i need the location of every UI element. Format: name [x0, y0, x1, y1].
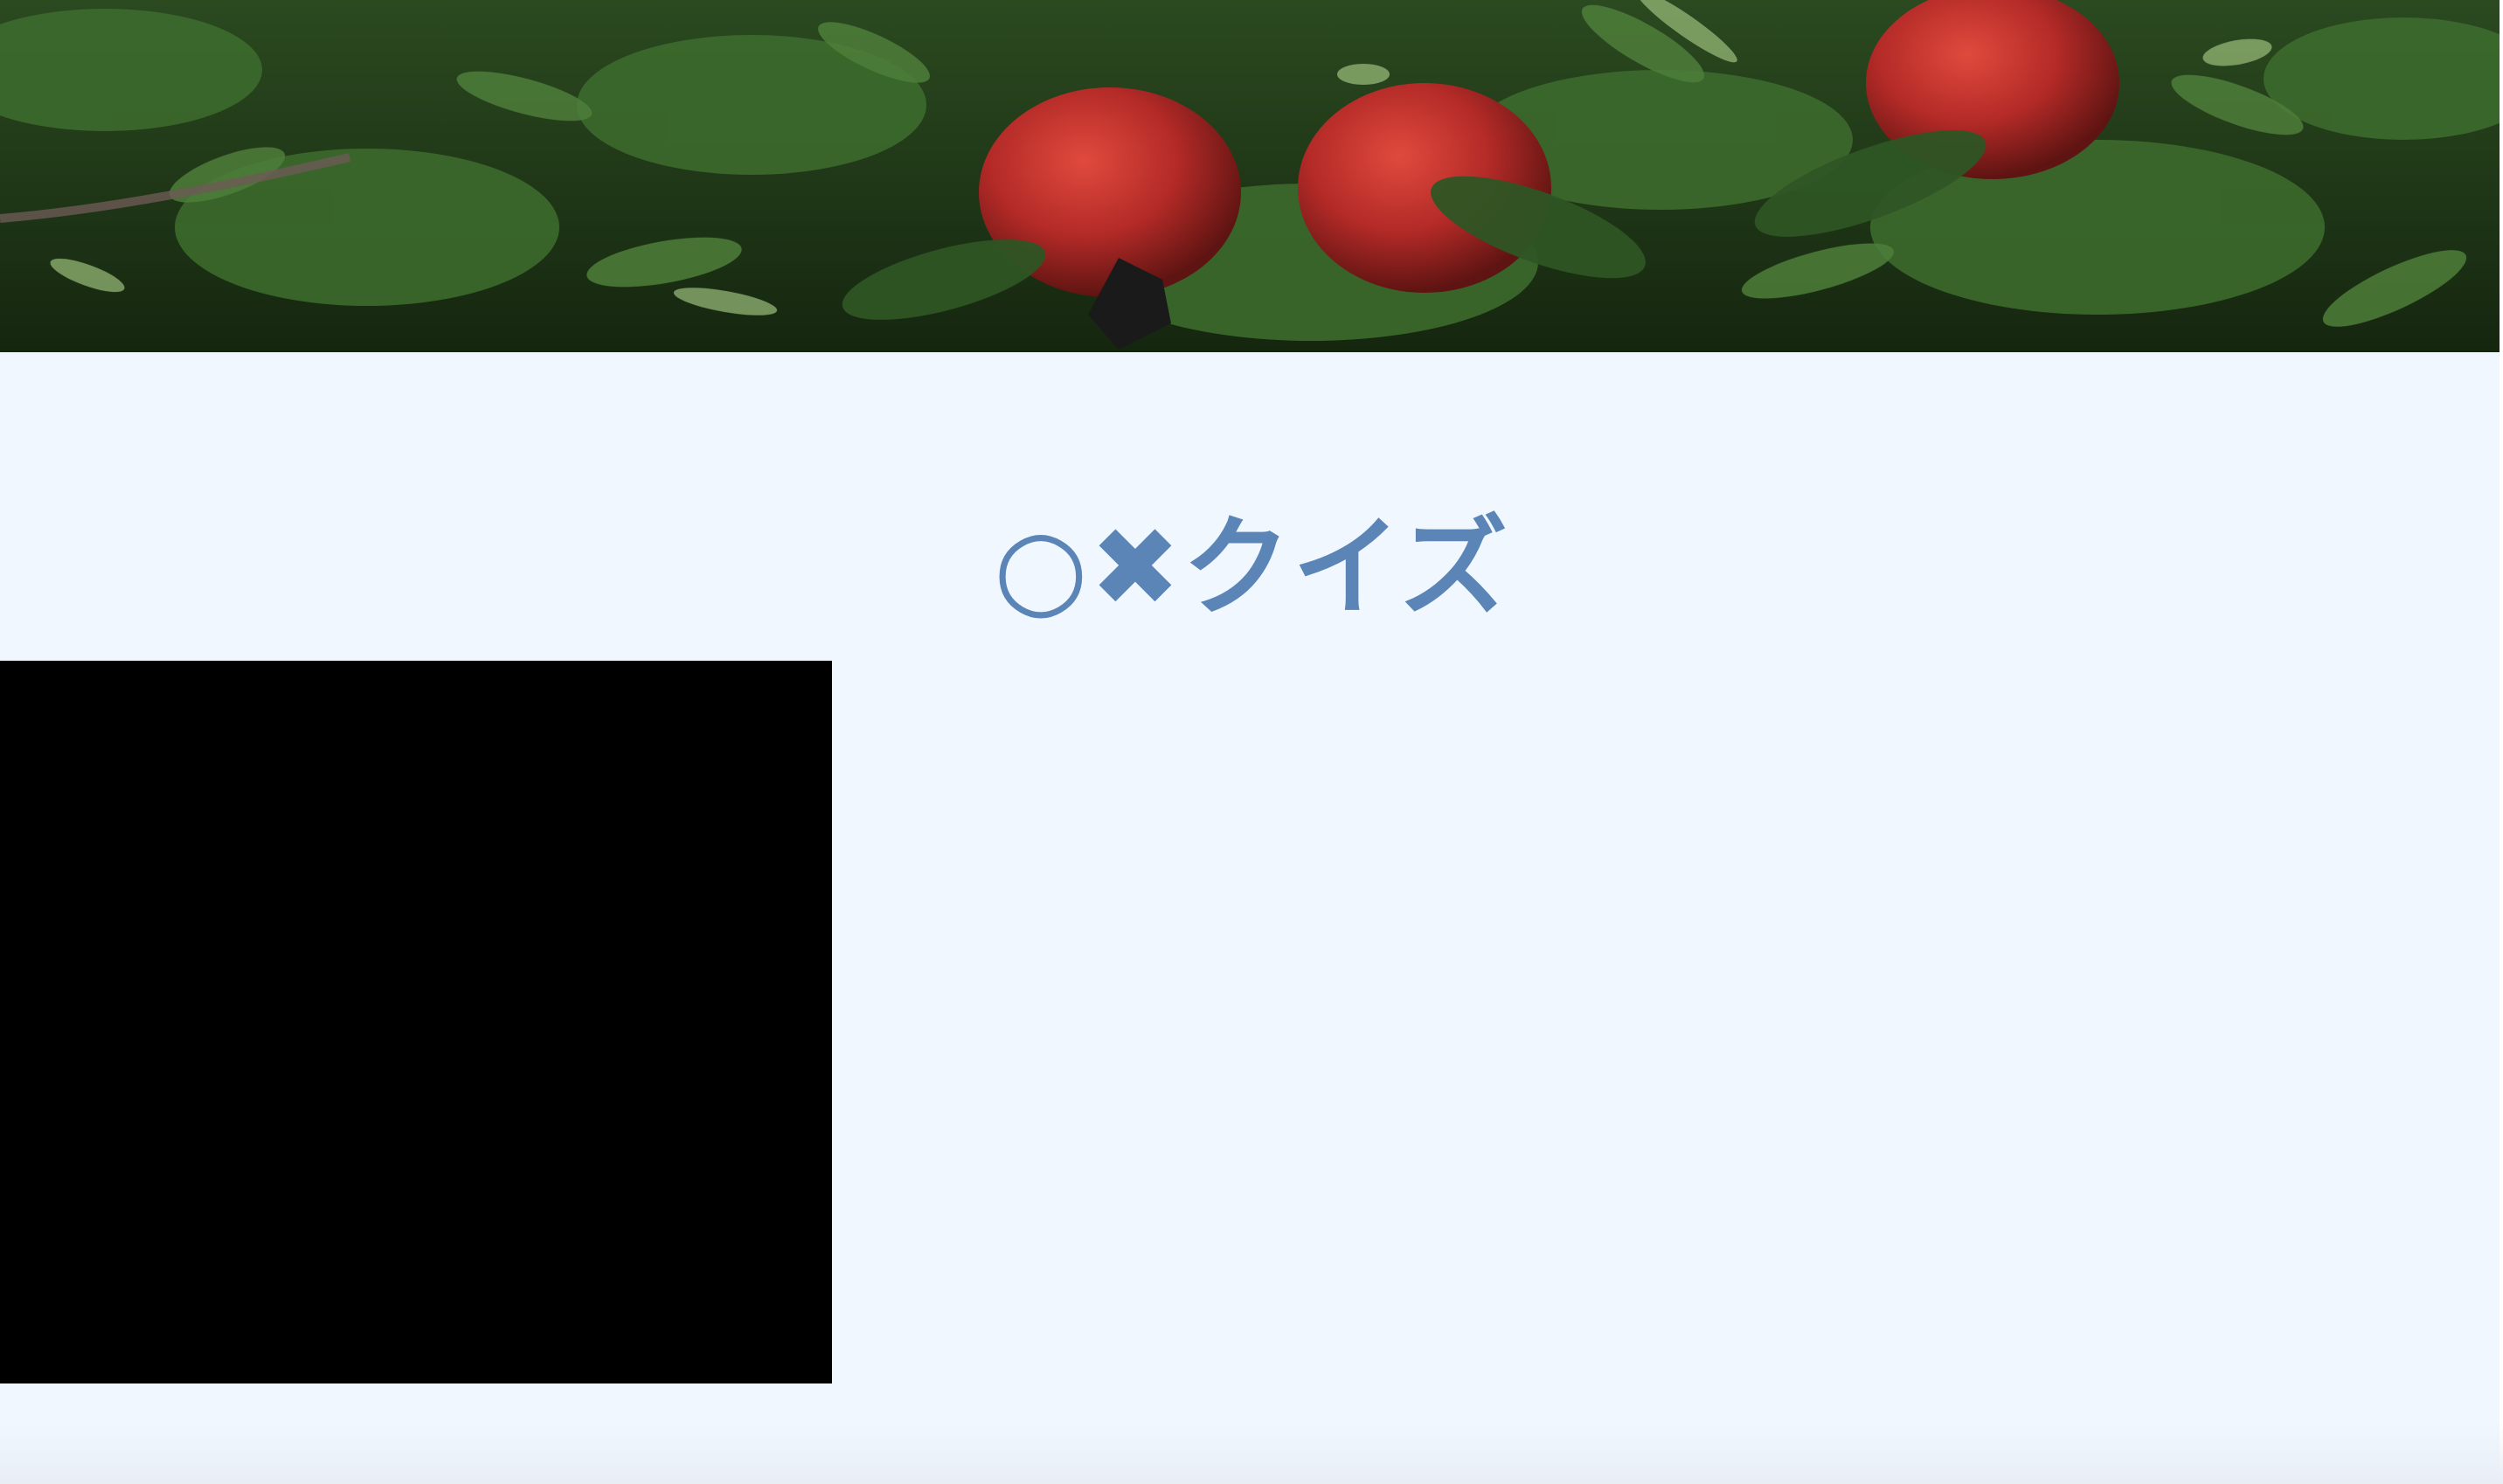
hero-image	[0, 0, 2500, 352]
video-player[interactable]	[0, 661, 832, 1383]
page-title: ○✖クイズ	[993, 505, 1510, 632]
scroll-edge	[2500, 0, 2503, 1484]
pomegranate-tree-photo	[0, 0, 2500, 352]
bottom-fade	[0, 1423, 2503, 1484]
quiz-page: ○✖クイズ	[0, 0, 2503, 1484]
